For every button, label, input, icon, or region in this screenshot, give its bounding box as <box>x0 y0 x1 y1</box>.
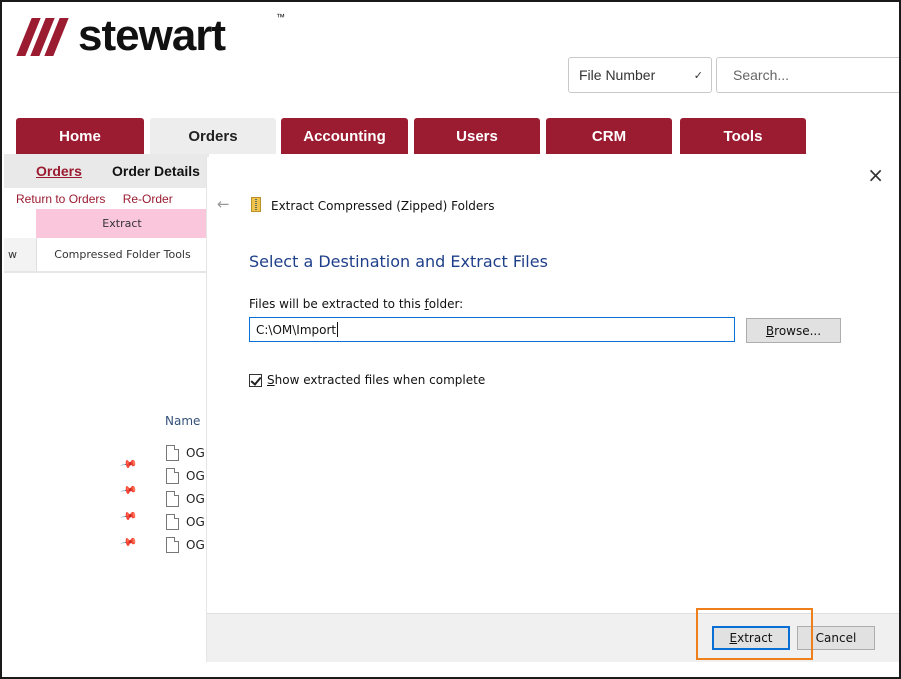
file-list-item[interactable]: OG <box>166 487 205 511</box>
search-placeholder: Search... <box>733 67 790 83</box>
file-icon <box>166 537 179 553</box>
close-icon[interactable]: × <box>867 163 884 187</box>
ribbon-tab-view-partial[interactable]: w <box>4 238 36 271</box>
tab-accounting[interactable]: Accounting <box>281 118 408 154</box>
back-arrow-icon[interactable]: ← <box>217 195 230 213</box>
destination-label: Files will be extracted to this folder: <box>249 297 463 311</box>
dialog-title: Extract Compressed (Zipped) Folders <box>271 199 495 213</box>
tab-crm[interactable]: CRM <box>546 118 672 154</box>
file-list-item[interactable]: OG <box>166 510 205 534</box>
file-icon <box>166 491 179 507</box>
file-list-item[interactable]: OG <box>166 441 205 465</box>
file-name: OG <box>186 492 205 506</box>
search-input[interactable]: Search... <box>716 57 899 93</box>
stewart-logo[interactable]: stewart <box>14 8 226 60</box>
chevron-down-icon: ✓ <box>693 70 703 82</box>
re-order-link[interactable]: Re-Order <box>123 192 173 206</box>
logo-slashes-icon <box>14 14 76 58</box>
text-cursor <box>337 322 339 337</box>
show-extracted-files-checkbox[interactable]: Show extracted files when complete <box>249 373 485 387</box>
tab-home[interactable]: Home <box>16 118 144 154</box>
destination-label-pre: Files will be extracted to this <box>249 297 425 311</box>
file-name: OG <box>186 538 205 552</box>
file-icon <box>166 468 179 484</box>
pin-icon[interactable]: 📌 <box>120 507 139 526</box>
trademark-mark: ™ <box>276 12 285 22</box>
ribbon-tab-extract[interactable]: Extract <box>36 209 208 238</box>
destination-label-post: older: <box>428 297 464 311</box>
browse-accel: B <box>765 323 775 338</box>
app-window: stewart ™ File Number ✓ Search... Home O… <box>0 0 901 679</box>
search-type-select[interactable]: File Number ✓ <box>568 57 712 93</box>
pin-icon[interactable]: 📌 <box>120 455 139 474</box>
checkbox-checked-icon[interactable] <box>249 373 262 387</box>
subnav-order-details[interactable]: Order Details <box>112 163 200 179</box>
logo-wordmark: stewart <box>78 11 226 60</box>
show-files-accel: S <box>267 373 275 387</box>
tab-users[interactable]: Users <box>414 118 540 154</box>
pin-icon[interactable]: 📌 <box>120 481 139 500</box>
ribbon-compressed-folder-tools[interactable]: Compressed Folder Tools <box>36 238 208 271</box>
search-type-value: File Number <box>579 67 656 83</box>
sub-navigation: Orders Order Details <box>4 154 209 188</box>
show-extracted-files-label: Show extracted files when complete <box>267 373 485 387</box>
column-header-name[interactable]: Name <box>165 414 200 428</box>
extract-dialog: × ← Extract Compressed (Zipped) Folders … <box>207 157 899 662</box>
tab-tools[interactable]: Tools <box>680 118 806 154</box>
browse-label: rowse... <box>774 323 822 338</box>
file-name: OG <box>186 446 205 460</box>
destination-path-input[interactable]: C:\OM\Import <box>249 317 735 342</box>
tab-orders[interactable]: Orders <box>150 118 276 154</box>
subnav-orders-link[interactable]: Orders <box>36 163 82 179</box>
pin-icon[interactable]: 📌 <box>120 533 139 552</box>
destination-path-value: C:\OM\Import <box>256 322 337 337</box>
ribbon-divider <box>4 271 208 273</box>
file-icon <box>166 445 179 461</box>
zip-folder-icon <box>251 197 261 212</box>
return-to-orders-link[interactable]: Return to Orders <box>16 192 105 206</box>
show-files-rest: how extracted files when complete <box>274 373 486 387</box>
file-icon <box>166 514 179 530</box>
file-list-item[interactable]: OG <box>166 464 205 488</box>
file-list-item[interactable]: OG <box>166 533 205 557</box>
browse-button[interactable]: Browse... <box>746 318 841 343</box>
order-actions: Return to Orders Re-Order <box>16 192 187 206</box>
file-name: OG <box>186 469 205 483</box>
file-name: OG <box>186 515 205 529</box>
dialog-heading: Select a Destination and Extract Files <box>249 252 548 271</box>
extract-highlight-box <box>696 608 813 660</box>
